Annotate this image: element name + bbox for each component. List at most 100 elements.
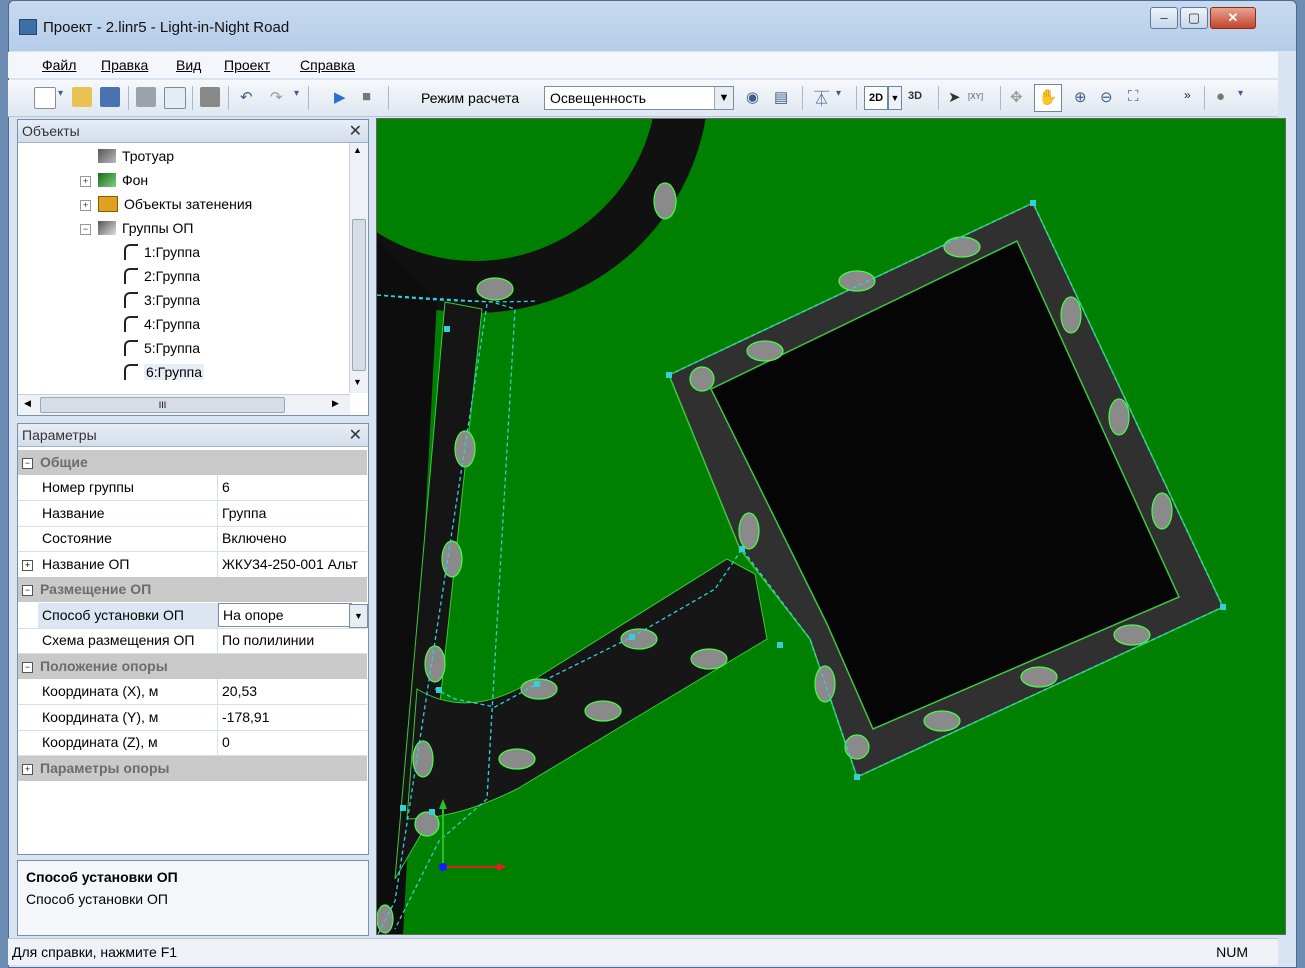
camera-icon[interactable] [200, 87, 220, 107]
open-icon[interactable] [72, 87, 92, 107]
tree-item-shading-objects[interactable]: Объекты затенения [98, 193, 252, 215]
collapse-icon[interactable]: − [22, 662, 33, 673]
vertex-handle[interactable] [444, 326, 450, 332]
undo-icon[interactable]: ↶ [240, 88, 253, 106]
zoom-out-icon[interactable]: ⊖ [1100, 88, 1113, 106]
move-icon[interactable]: ✥ [1010, 88, 1023, 106]
new-dropdown-icon[interactable]: ▾ [58, 88, 63, 99]
vertex-handle[interactable] [534, 681, 540, 687]
help-text: Способ установки ОП [26, 891, 168, 907]
tree-item-group-3[interactable]: 3:Группа [124, 289, 200, 311]
pole-tool-dropdown-icon[interactable]: ▾ [836, 88, 841, 99]
expand-icon[interactable]: + [80, 200, 91, 211]
property-layout-scheme[interactable]: Схема размещения ОП По полилинии [18, 628, 367, 654]
expand-icon[interactable]: + [80, 176, 91, 187]
tree-vscroll-thumb[interactable] [352, 219, 366, 371]
vertex-handle[interactable] [629, 634, 635, 640]
close-icon[interactable]: ✕ [349, 425, 362, 445]
vertex-handle[interactable] [666, 372, 672, 378]
close-icon[interactable]: ✕ [349, 121, 362, 141]
chevron-down-icon[interactable]: ▼ [714, 87, 733, 109]
expand-icon[interactable]: + [22, 560, 33, 571]
calc-mode-select[interactable]: Освещенность ▼ [544, 86, 734, 110]
vertex-handle[interactable] [436, 687, 442, 693]
vertex-handle[interactable] [777, 642, 783, 648]
scene-canvas[interactable] [377, 119, 1286, 935]
scroll-left-icon[interactable]: ◀ [24, 398, 31, 409]
category-general[interactable]: − Общие [18, 450, 367, 475]
select-cursor-icon[interactable]: ➤ [948, 88, 961, 106]
redo-dropdown-icon[interactable]: ▾ [294, 88, 299, 99]
title-bar[interactable]: Проект - 2.linr5 - Light-in-Night Road –… [9, 1, 1296, 51]
params-pane: Параметры ✕ − Общие Номер группы 6 Названи… [17, 423, 369, 855]
vertex-handle[interactable] [854, 774, 860, 780]
menu-edit[interactable]: Правка [101, 57, 148, 73]
print-preview-icon[interactable] [164, 87, 186, 109]
chevron-down-icon[interactable]: ▼ [349, 604, 368, 628]
property-coord-y[interactable]: Координата (Y), м -178,91 [18, 705, 367, 731]
collapse-icon[interactable]: − [22, 585, 33, 596]
tree-item-group-5[interactable]: 5:Группа [124, 337, 200, 359]
scroll-right-icon[interactable]: ▶ [332, 398, 339, 409]
close-button[interactable]: ✕ [1210, 7, 1256, 29]
property-coord-z[interactable]: Координата (Z), м0 [18, 730, 367, 756]
view-2d-button[interactable]: 2D [864, 86, 888, 110]
tree-item-group-6[interactable]: 6:Группа [124, 361, 205, 383]
scroll-down-icon[interactable]: ▼ [353, 377, 362, 387]
scroll-up-icon[interactable]: ▲ [353, 145, 362, 155]
property-name[interactable]: Название Группа [18, 501, 367, 527]
drawing-viewport[interactable] [376, 118, 1286, 935]
view-dropdown-icon[interactable]: ▼ [888, 86, 902, 110]
save-icon[interactable] [100, 87, 120, 107]
view-3d-button[interactable]: 3D [908, 90, 922, 102]
vertex-handle[interactable] [739, 546, 745, 552]
property-install-method[interactable]: Способ установки ОП На опоре ▼ [18, 603, 368, 629]
category-pole-position[interactable]: − Положение опоры [18, 654, 367, 679]
vertex-handle[interactable] [1220, 604, 1226, 610]
zoom-fit-icon[interactable]: ⛶ [1128, 88, 1139, 105]
property-lamp-name[interactable]: + Название ОП ЖКУ34-250-001 Альт [18, 552, 367, 578]
property-state[interactable]: Состояние Включено [18, 526, 367, 552]
category-placement[interactable]: − Размещение ОП [18, 577, 367, 602]
property-coord-x[interactable]: Координата (X), м 20,53 [18, 679, 367, 705]
category-pole-params[interactable]: + Параметры опоры [18, 756, 367, 781]
tree-hscrollbar[interactable]: ◀ III ▶ [18, 394, 350, 415]
light-spot [1151, 492, 1173, 530]
menu-help[interactable]: Справка [300, 57, 355, 73]
collapse-icon[interactable]: − [22, 458, 33, 469]
pan-hand-icon[interactable]: ✋ [1034, 84, 1062, 112]
print-icon[interactable] [136, 87, 156, 107]
tree-item-group-1[interactable]: 1:Группа [124, 241, 200, 263]
property-group-number[interactable]: Номер группы 6 [18, 475, 367, 501]
vertex-handle[interactable] [1030, 200, 1036, 206]
tree-item-group-4[interactable]: 4:Группа [124, 313, 200, 335]
minimize-button[interactable]: – [1150, 7, 1178, 29]
vertex-handle[interactable] [429, 809, 435, 815]
pole-tool-icon[interactable]: ⏄ [814, 88, 829, 109]
new-icon[interactable] [34, 87, 56, 109]
toolbar-overflow-icon[interactable]: » [1184, 88, 1191, 102]
tree-item-sidewalk[interactable]: Тротуар [98, 145, 174, 167]
stop-icon[interactable]: ■ [362, 88, 371, 105]
redo-icon[interactable]: ↷ [270, 88, 283, 106]
tree-item-pole-groups[interactable]: Группы ОП [98, 217, 194, 239]
tree-item-background[interactable]: Фон [98, 169, 148, 191]
play-icon[interactable]: ▶ [334, 88, 346, 106]
info-icon[interactable]: ● [1216, 88, 1225, 105]
help-title: Способ установки ОП [26, 869, 178, 885]
document-settings-icon[interactable]: ▤ [774, 88, 788, 106]
tree-hscroll-thumb[interactable]: III [40, 397, 285, 413]
vertex-handle[interactable] [400, 805, 406, 811]
xy-cursor-icon[interactable]: [XY] [968, 92, 983, 101]
zoom-in-icon[interactable]: ⊕ [1074, 88, 1087, 106]
menu-file[interactable]: Файл [42, 57, 76, 73]
expand-icon[interactable]: + [22, 764, 33, 775]
visibility-icon[interactable]: ◉ [746, 88, 759, 106]
menu-project[interactable]: Проект [224, 57, 270, 73]
tree-item-group-2[interactable]: 2:Группа [124, 265, 200, 287]
collapse-icon[interactable]: − [80, 224, 91, 235]
menu-view[interactable]: Вид [176, 57, 201, 73]
info-dropdown-icon[interactable]: ▾ [1238, 88, 1243, 99]
maximize-button[interactable]: ▢ [1180, 7, 1208, 29]
tree-vscrollbar[interactable]: ▲ ▼ [349, 143, 368, 393]
